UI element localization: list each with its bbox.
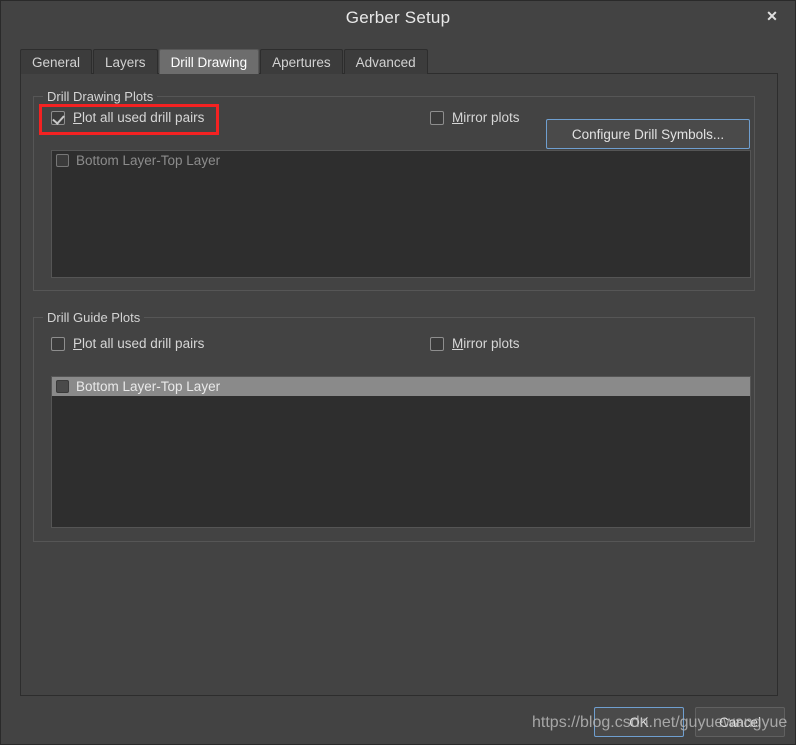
list-item-checkbox-icon[interactable] <box>56 380 69 393</box>
drill-drawing-pairs-list[interactable]: Bottom Layer-Top Layer <box>51 150 751 278</box>
list-item-checkbox-icon[interactable] <box>56 154 69 167</box>
page-title: Gerber Setup <box>345 7 451 27</box>
checkbox-label: Plot all used drill pairs <box>73 110 204 125</box>
group-drill-drawing-plots-title: Drill Drawing Plots <box>43 89 158 104</box>
list-item[interactable]: Bottom Layer-Top Layer <box>52 377 750 396</box>
tab-advanced[interactable]: Advanced <box>343 49 428 74</box>
mnemonic-letter: M <box>452 336 464 351</box>
group-drill-guide-plots-title: Drill Guide Plots <box>43 310 145 325</box>
close-icon[interactable]: ✕ <box>749 1 795 31</box>
checkbox-drill-drawing-plot-all[interactable]: Plot all used drill pairs <box>51 110 204 125</box>
configure-drill-symbols-button[interactable]: Configure Drill Symbols... <box>546 119 750 149</box>
group-drill-drawing-plots: Drill Drawing Plots Plot all used drill … <box>33 89 755 291</box>
group-drill-guide-plots: Drill Guide Plots Plot all used drill pa… <box>33 310 755 542</box>
list-item-label: Bottom Layer-Top Layer <box>76 379 221 394</box>
tab-layers[interactable]: Layers <box>93 49 158 74</box>
tab-page-drill-drawing: Drill Drawing Plots Plot all used drill … <box>20 73 778 696</box>
checkbox-label: Plot all used drill pairs <box>73 336 204 351</box>
label-rest: irror plots <box>463 110 520 125</box>
tab-general[interactable]: General <box>20 49 93 74</box>
checkbox-box-icon <box>430 110 444 125</box>
label-rest: lot all used drill pairs <box>82 336 205 351</box>
list-item-label: Bottom Layer-Top Layer <box>76 153 221 168</box>
mnemonic-letter: M <box>452 110 464 125</box>
label-rest: irror plots <box>463 336 520 351</box>
checkbox-box-icon <box>430 336 444 351</box>
drill-guide-pairs-list[interactable]: Bottom Layer-Top Layer <box>51 376 751 528</box>
checkbox-drill-guide-plot-all[interactable]: Plot all used drill pairs <box>51 336 204 351</box>
mnemonic-letter: P <box>73 336 83 351</box>
checkbox-box-icon <box>51 110 65 125</box>
checkbox-drill-guide-mirror-plots[interactable]: Mirror plots <box>430 336 520 351</box>
gerber-setup-dialog: Gerber Setup ✕ General Layers Drill Draw… <box>0 0 796 745</box>
mnemonic-letter: P <box>73 110 83 125</box>
list-item[interactable]: Bottom Layer-Top Layer <box>52 151 750 170</box>
tab-drill-drawing[interactable]: Drill Drawing <box>158 49 260 74</box>
checkbox-box-icon <box>51 336 65 351</box>
checkbox-drill-drawing-mirror-plots[interactable]: Mirror plots <box>430 110 520 125</box>
cancel-button[interactable]: Cancel <box>695 707 785 737</box>
checkbox-label: Mirror plots <box>452 336 520 351</box>
ok-button[interactable]: OK <box>594 707 684 737</box>
tab-bar: General Layers Drill Drawing Apertures A… <box>20 49 429 74</box>
label-rest: lot all used drill pairs <box>82 110 205 125</box>
checkbox-label: Mirror plots <box>452 110 520 125</box>
title-bar: Gerber Setup ✕ <box>1 1 795 34</box>
tab-apertures[interactable]: Apertures <box>260 49 343 74</box>
